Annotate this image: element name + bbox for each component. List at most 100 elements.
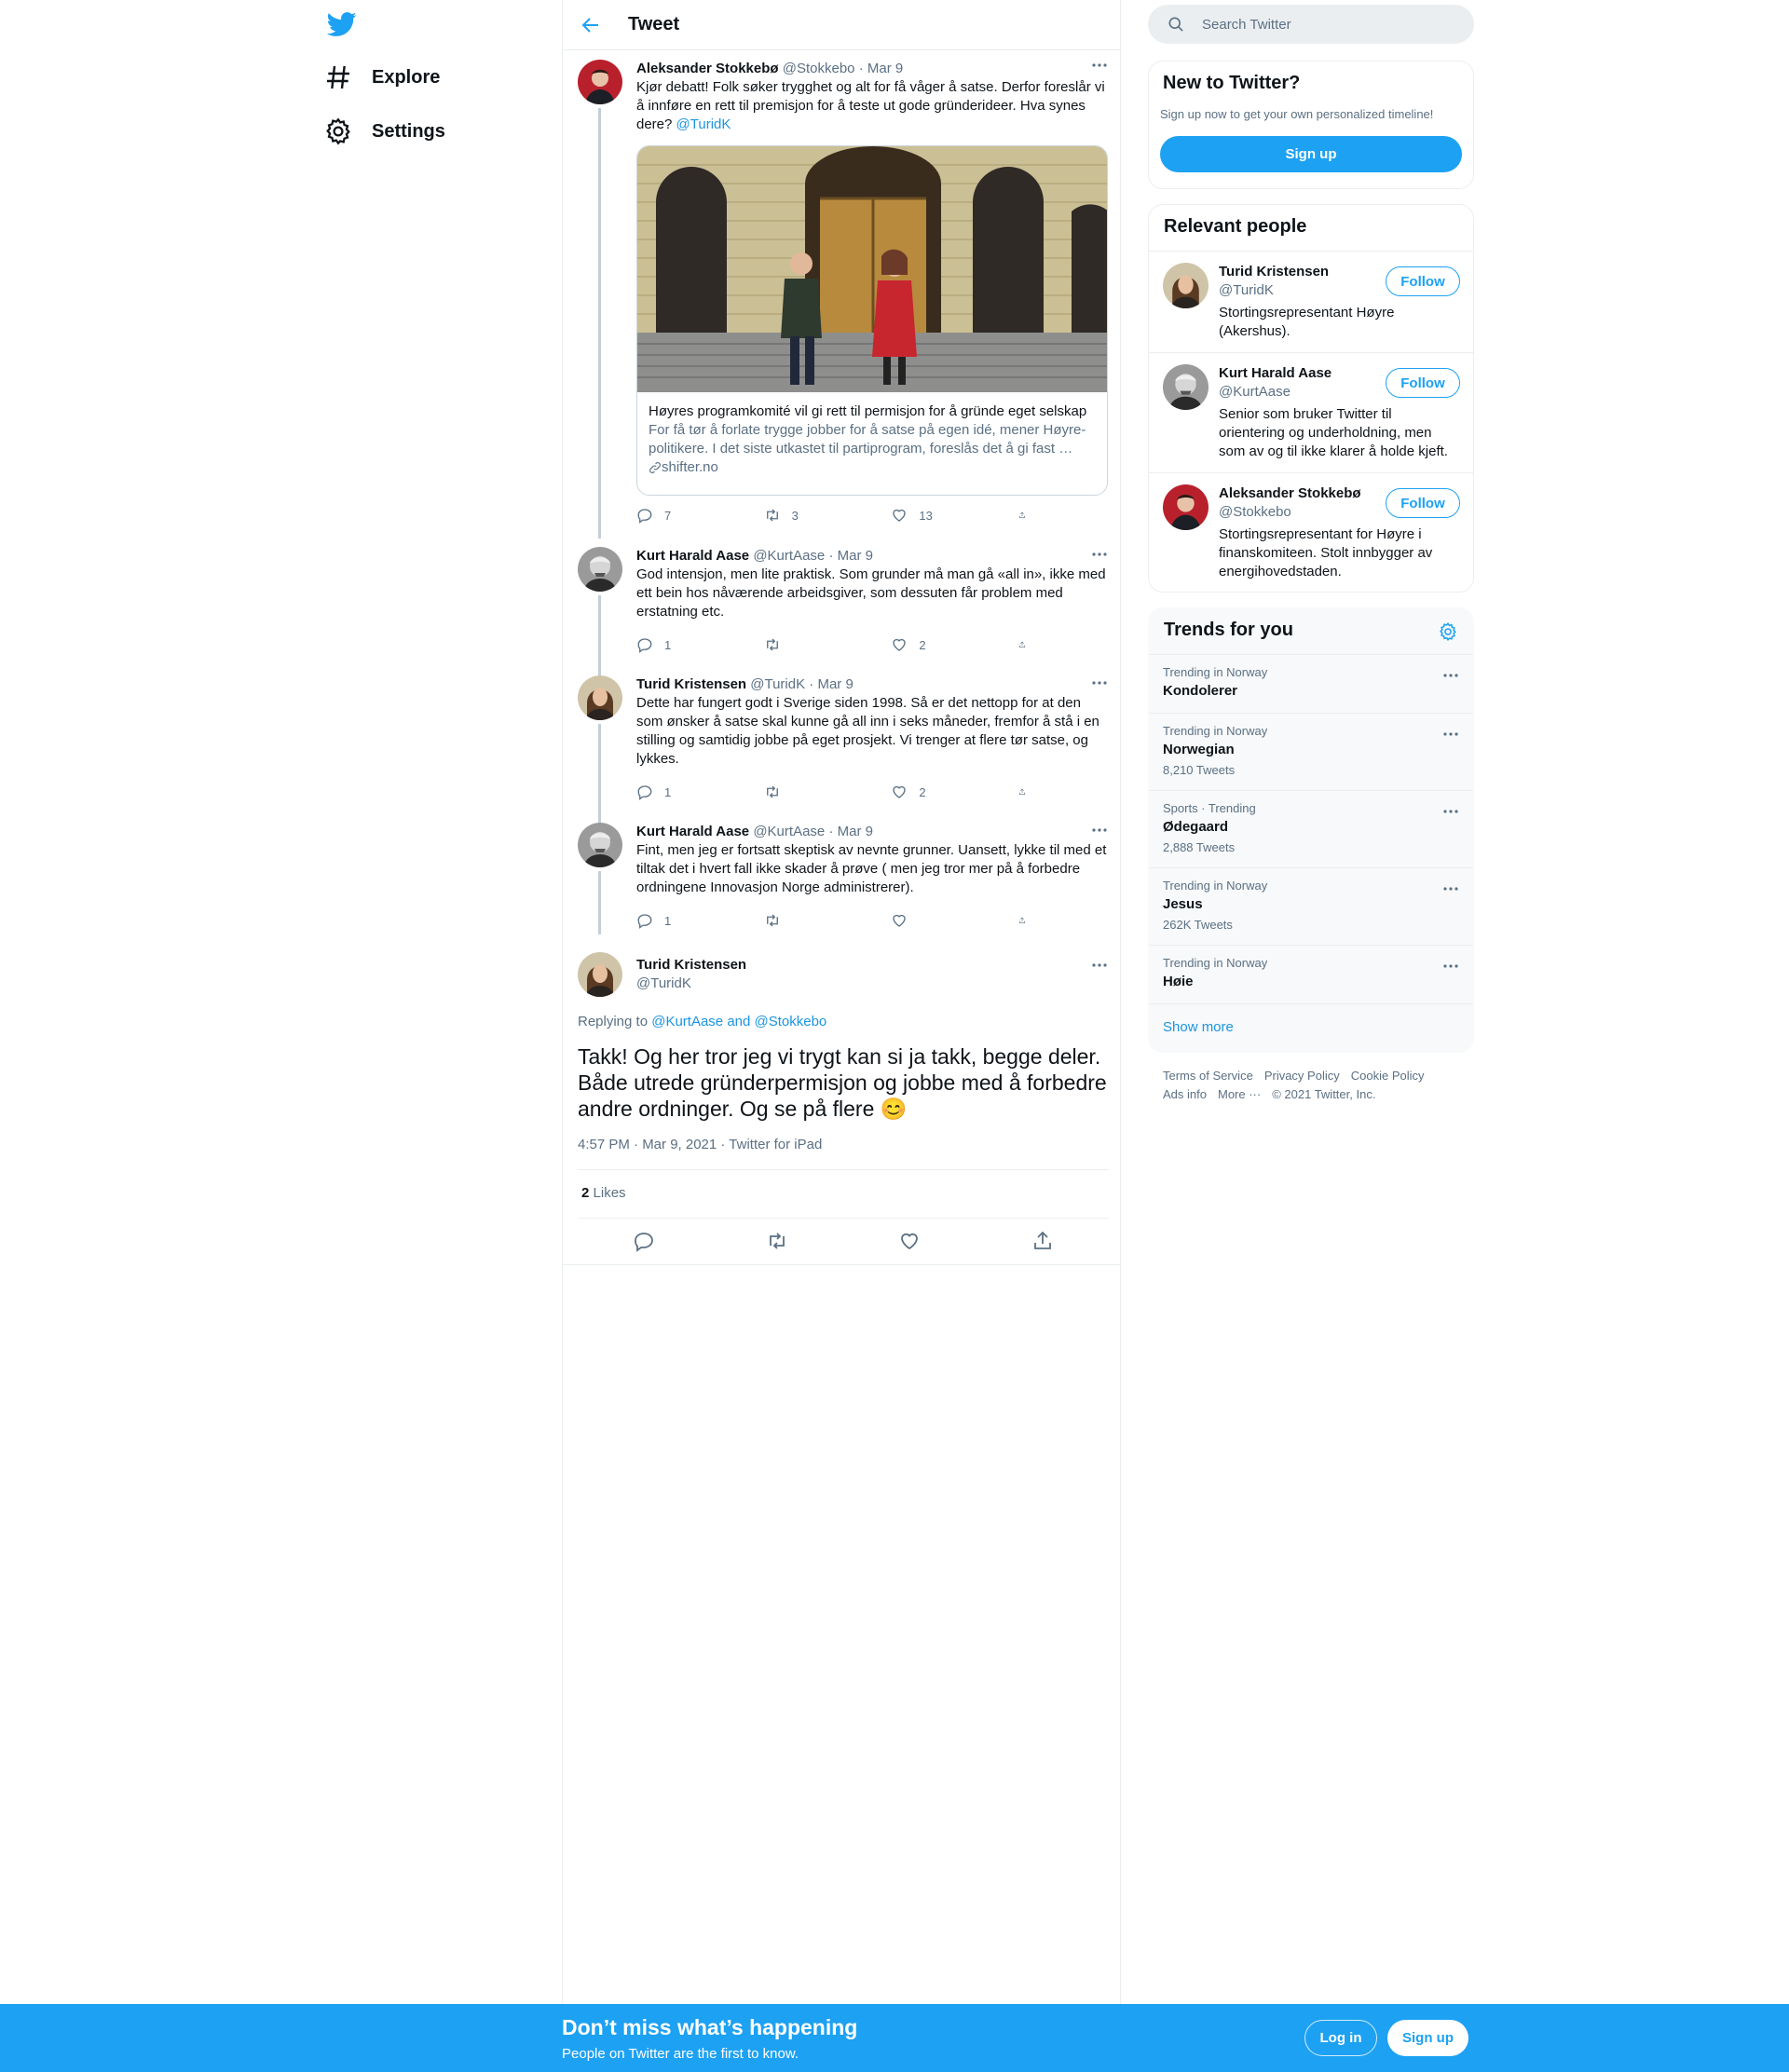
more-options-icon[interactable] xyxy=(1441,879,1460,898)
person-card[interactable]: Kurt Harald Aase @KurtAase Senior som br… xyxy=(1149,352,1473,472)
thread-tweet[interactable]: Aleksander Stokkebø @Stokkebo · Mar 9 Kj… xyxy=(578,60,1109,538)
more-options-icon[interactable] xyxy=(1090,956,1109,975)
retweet-icon xyxy=(766,509,778,522)
author-handle[interactable]: @KurtAase xyxy=(753,548,825,564)
person-bio: Senior som bruker Twitter til orienterin… xyxy=(1219,406,1448,459)
trend-item[interactable]: Trending in Norway Kondolerer xyxy=(1149,654,1473,713)
share-icon[interactable] xyxy=(1031,1230,1054,1252)
thread-tweet[interactable]: Kurt Harald Aase @KurtAase · Mar 9 God i… xyxy=(578,545,1109,675)
privacy-link[interactable]: Privacy Policy xyxy=(1264,1069,1340,1083)
author-handle[interactable]: @KurtAase xyxy=(753,824,825,839)
likes-stat[interactable]: 2 Likes xyxy=(581,1185,626,1201)
tweet-date[interactable]: Mar 9 xyxy=(867,61,903,76)
person-card[interactable]: Turid Kristensen @TuridK Stortingsrepres… xyxy=(1149,251,1473,352)
trend-item[interactable]: Trending in Norway Jesus 262K Tweets xyxy=(1149,867,1473,945)
follow-button[interactable]: Follow xyxy=(1386,266,1460,296)
like-button[interactable]: 2 xyxy=(891,783,1018,801)
tweet-text: God intensjon, men lite praktisk. Som gr… xyxy=(636,566,1106,620)
cookie-link[interactable]: Cookie Policy xyxy=(1351,1069,1425,1083)
trend-name: Ødegaard xyxy=(1163,819,1229,835)
link-card[interactable]: Høyres programkomité vil gi rett til per… xyxy=(636,145,1108,496)
follow-button[interactable]: Follow xyxy=(1386,488,1460,518)
avatar[interactable] xyxy=(1163,263,1209,308)
person-card[interactable]: Aleksander Stokkebø @Stokkebo Stortingsr… xyxy=(1149,472,1473,592)
more-options-icon[interactable] xyxy=(1090,545,1109,564)
avatar[interactable] xyxy=(578,952,622,997)
thread-tweet[interactable]: Kurt Harald Aase @KurtAase · Mar 9 Fint,… xyxy=(578,823,1109,934)
more-options-icon[interactable] xyxy=(1441,725,1460,743)
search-input[interactable]: Search Twitter xyxy=(1202,17,1291,33)
mention-link[interactable]: @TuridK xyxy=(676,116,731,132)
search-bar[interactable]: Search Twitter xyxy=(1148,5,1474,44)
more-link[interactable]: More ··· xyxy=(1218,1087,1261,1101)
login-button[interactable]: Log in xyxy=(1304,2020,1377,2056)
trend-item[interactable]: Sports · Trending Ødegaard 2,888 Tweets xyxy=(1149,790,1473,867)
like-button[interactable]: 2 xyxy=(891,635,1018,654)
trends-box: Trends for you Trending in Norway Kondol… xyxy=(1148,607,1474,1053)
follow-button[interactable]: Follow xyxy=(1386,368,1460,398)
retweet-button[interactable] xyxy=(764,635,892,654)
tweet-date[interactable]: Mar 9 xyxy=(838,824,873,839)
avatar[interactable] xyxy=(578,823,622,867)
more-options-icon[interactable] xyxy=(1090,674,1109,692)
share-button[interactable] xyxy=(1018,635,1037,654)
thread-line xyxy=(598,595,601,675)
reply-icon[interactable] xyxy=(633,1230,655,1252)
reply-button[interactable]: 7 xyxy=(636,506,764,525)
signup-button[interactable]: Sign up xyxy=(1160,136,1462,172)
more-options-icon[interactable] xyxy=(1441,666,1460,685)
trend-item[interactable]: Trending in Norway Høie xyxy=(1149,945,1473,1003)
tweet-date[interactable]: Mar 9 xyxy=(838,548,873,564)
replying-to-links[interactable]: @KurtAase and @Stokkebo xyxy=(651,1014,826,1029)
more-options-icon[interactable] xyxy=(1441,802,1460,821)
avatar[interactable] xyxy=(1163,484,1209,530)
avatar[interactable] xyxy=(1163,364,1209,410)
author-handle[interactable]: @TuridK xyxy=(636,975,746,993)
retweet-button[interactable]: 3 xyxy=(764,506,892,525)
author-name[interactable]: Turid Kristensen xyxy=(636,956,746,975)
heart-icon[interactable] xyxy=(898,1230,921,1252)
author-name[interactable]: Kurt Harald Aase xyxy=(636,548,749,564)
ads-info-link[interactable]: Ads info xyxy=(1163,1087,1207,1101)
reply-button[interactable]: 1 xyxy=(636,635,764,654)
retweet-icon[interactable] xyxy=(766,1230,788,1252)
show-more-link[interactable]: Show more xyxy=(1149,1003,1473,1052)
share-button[interactable] xyxy=(1018,506,1037,525)
avatar[interactable] xyxy=(578,60,622,104)
like-button[interactable] xyxy=(891,911,1018,930)
author-handle[interactable]: @Stokkebo xyxy=(783,61,855,76)
tweet-text: Fint, men jeg er fortsatt skeptisk av ne… xyxy=(636,842,1107,895)
author-handle[interactable]: @TuridK xyxy=(750,676,805,692)
tweet-body: Kurt Harald Aase @KurtAase · Mar 9 God i… xyxy=(636,547,1108,621)
card-text: Høyres programkomité vil gi rett til per… xyxy=(649,402,1096,477)
share-button[interactable] xyxy=(1018,911,1037,930)
signup-button[interactable]: Sign up xyxy=(1387,2020,1468,2056)
page-header: Tweet xyxy=(563,0,1120,50)
tweet-date[interactable]: Mar 9 xyxy=(817,676,853,692)
author-name[interactable]: Kurt Harald Aase xyxy=(636,824,749,839)
tweet-timestamp[interactable]: 4:57 PM · Mar 9, 2021 · Twitter for iPad xyxy=(578,1137,822,1152)
focused-author[interactable]: Turid Kristensen @TuridK xyxy=(636,956,746,993)
share-button[interactable] xyxy=(1018,783,1037,801)
retweet-button[interactable] xyxy=(764,783,892,801)
thread-tweet[interactable]: Turid Kristensen @TuridK · Mar 9 Dette h… xyxy=(578,674,1109,825)
trend-item[interactable]: Trending in Norway Norwegian 8,210 Tweet… xyxy=(1149,713,1473,790)
avatar[interactable] xyxy=(578,547,622,592)
like-button[interactable]: 13 xyxy=(891,506,1018,525)
avatar[interactable] xyxy=(578,675,622,720)
more-options-icon[interactable] xyxy=(1090,821,1109,839)
settings-gear-icon[interactable] xyxy=(1438,621,1458,642)
tweet-meta: Turid Kristensen @TuridK · Mar 9 xyxy=(636,675,1108,694)
back-arrow-icon[interactable] xyxy=(580,14,602,36)
nav-settings[interactable]: Settings xyxy=(323,109,445,154)
reply-button[interactable]: 1 xyxy=(636,783,764,801)
author-name[interactable]: Turid Kristensen xyxy=(636,676,746,692)
more-options-icon[interactable] xyxy=(1441,957,1460,975)
terms-link[interactable]: Terms of Service xyxy=(1163,1069,1253,1083)
nav-explore[interactable]: Explore xyxy=(323,55,440,100)
retweet-button[interactable] xyxy=(764,911,892,930)
author-name[interactable]: Aleksander Stokkebø xyxy=(636,61,779,76)
reply-button[interactable]: 1 xyxy=(636,911,764,930)
more-options-icon[interactable] xyxy=(1090,56,1109,75)
twitter-logo-icon[interactable] xyxy=(325,9,359,39)
